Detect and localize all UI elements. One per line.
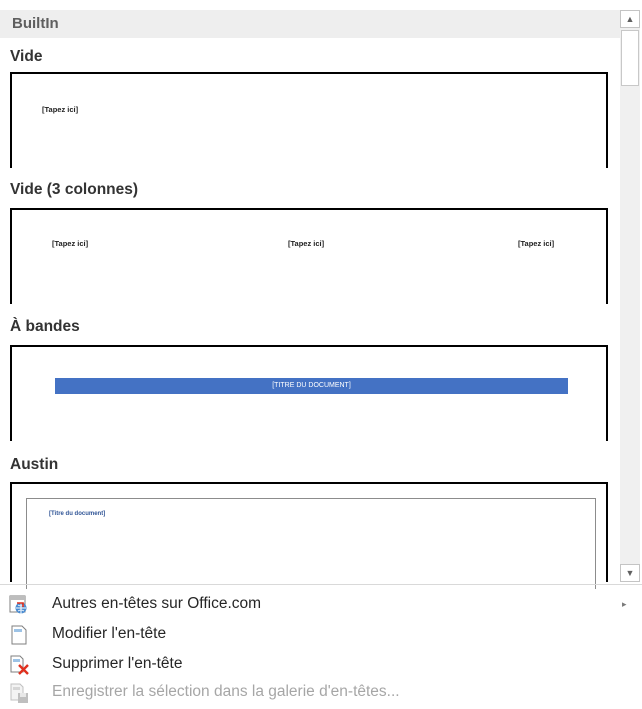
- menu-label: Enregistrer la sélection dans la galerie…: [52, 683, 400, 700]
- menu-divider: [0, 584, 642, 585]
- document-title-band: [TITRE DU DOCUMENT]: [55, 378, 568, 394]
- menu-label: Modifier l'en-tête: [52, 625, 167, 642]
- placeholder-text-center: [Tapez ici]: [288, 239, 325, 248]
- scroll-down-button[interactable]: ▼: [620, 564, 640, 582]
- menu-item-save-selection-to-gallery: Enregistrer la sélection dans la galerie…: [0, 678, 642, 708]
- austin-doc-title: [Titre du document]: [49, 511, 106, 517]
- menu-label: Supprimer l'en-tête: [52, 655, 183, 672]
- menu-item-edit-header[interactable]: Modifier l'en-tête: [0, 620, 642, 650]
- save-to-gallery-icon: [8, 682, 30, 704]
- scroll-thumb[interactable]: [621, 30, 639, 86]
- gallery-item-title-vide-3-colonnes: Vide (3 colonnes): [10, 181, 139, 198]
- gallery-item-austin[interactable]: [Titre du document]: [10, 482, 608, 589]
- office-globe-icon: [8, 594, 30, 616]
- gallery-item-title-austin: Austin: [10, 456, 59, 473]
- menu-item-remove-header[interactable]: Supprimer l'en-tête: [0, 650, 642, 680]
- menu-label: Autres en-têtes sur Office.com: [52, 595, 262, 612]
- edit-header-icon: [8, 624, 30, 646]
- scroll-up-button[interactable]: ▲: [620, 10, 640, 28]
- header-gallery: BuiltIn Vide [Tapez ici] Vide (3 colonne…: [0, 0, 642, 589]
- gallery-scrollbar[interactable]: ▲ ▼: [620, 10, 640, 582]
- placeholder-text-left: [Tapez ici]: [52, 239, 89, 248]
- gallery-item-title-a-bandes: À bandes: [10, 318, 80, 335]
- gallery-item-title-vide: Vide: [10, 48, 43, 65]
- remove-header-icon: [8, 654, 30, 676]
- group-header-builtin: BuiltIn: [0, 10, 620, 38]
- gallery-item-a-bandes[interactable]: [TITRE DU DOCUMENT]: [10, 345, 608, 441]
- gallery-item-vide-3-colonnes[interactable]: [Tapez ici] [Tapez ici] [Tapez ici]: [10, 208, 608, 304]
- austin-page-frame: [Titre du document]: [26, 498, 596, 589]
- placeholder-text-right: [Tapez ici]: [518, 239, 555, 248]
- menu-item-more-headers-office[interactable]: Autres en-têtes sur Office.com ▸: [0, 590, 642, 620]
- gallery-item-vide[interactable]: [Tapez ici]: [10, 72, 608, 168]
- submenu-arrow-icon: ▸: [622, 599, 627, 609]
- placeholder-text: [Tapez ici]: [42, 105, 79, 114]
